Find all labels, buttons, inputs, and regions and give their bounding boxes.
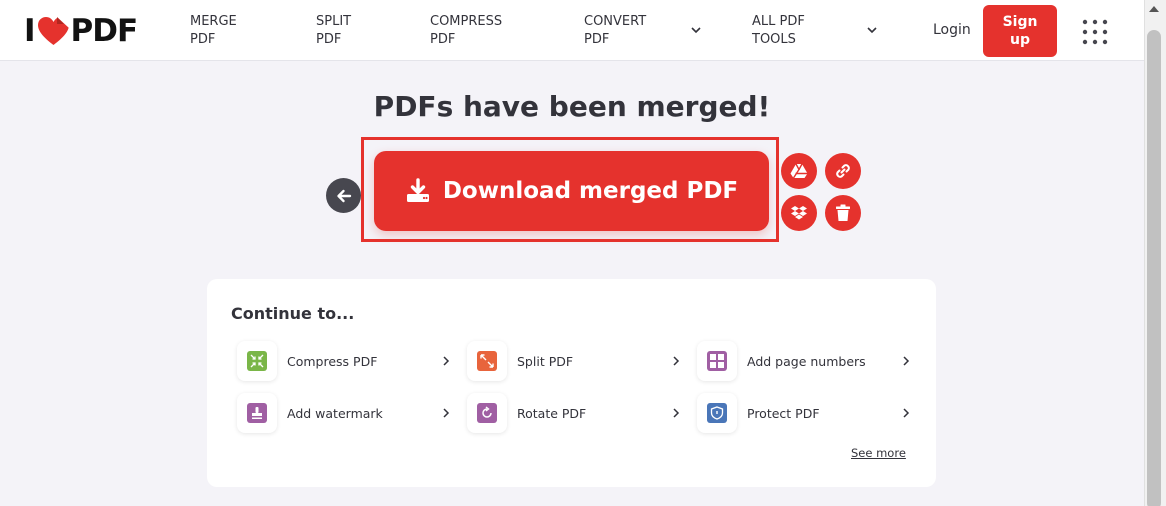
dropbox-icon bbox=[791, 205, 807, 219]
chevron-right-icon bbox=[903, 356, 910, 366]
download-label: Download merged PDF bbox=[442, 178, 739, 204]
save-to-dropbox-button[interactable] bbox=[781, 195, 817, 231]
rotate-icon bbox=[477, 403, 497, 423]
tool-label: Add watermark bbox=[287, 405, 383, 421]
trash-icon bbox=[836, 204, 850, 221]
link-icon bbox=[836, 164, 850, 178]
nav-all-pdf-tools[interactable]: ALL PDF TOOLS bbox=[752, 13, 832, 49]
scroll-up-arrow-icon[interactable] bbox=[1149, 6, 1159, 12]
nav-split-pdf[interactable]: SPLIT PDF bbox=[316, 13, 396, 49]
grid-icon[interactable] bbox=[1082, 19, 1108, 45]
tool-label: Split PDF bbox=[517, 353, 574, 369]
continue-title: Continue to... bbox=[231, 304, 355, 323]
top-header: I PDF MERGE PDF SPLIT PDF COMPRESS PDF C… bbox=[0, 0, 1144, 61]
google-drive-icon bbox=[790, 163, 808, 179]
tool-tile bbox=[697, 393, 737, 433]
see-more-link[interactable]: See more bbox=[851, 446, 906, 460]
chevron-right-icon bbox=[903, 408, 910, 418]
split-icon bbox=[477, 351, 497, 371]
tool-tile bbox=[467, 341, 507, 381]
tool-tile bbox=[467, 393, 507, 433]
page-title: PDFs have been merged! bbox=[373, 90, 771, 123]
signup-button[interactable]: Sign up bbox=[983, 5, 1057, 57]
tool-label: Compress PDF bbox=[287, 353, 378, 369]
continue-to-card: Continue to... Compress PDF Split PDF Ad… bbox=[207, 279, 936, 487]
nav-merge-pdf[interactable]: MERGE PDF bbox=[190, 13, 270, 49]
chevron-down-icon[interactable] bbox=[866, 24, 878, 36]
tool-split-pdf[interactable]: Split PDF bbox=[467, 341, 681, 381]
chevron-right-icon bbox=[443, 408, 450, 418]
tool-label: Add page numbers bbox=[747, 353, 866, 369]
login-link[interactable]: Login bbox=[933, 22, 971, 38]
watermark-icon bbox=[247, 403, 267, 423]
chevron-right-icon bbox=[443, 356, 450, 366]
ilovepdf-logo[interactable]: I PDF bbox=[24, 13, 139, 49]
tool-protect-pdf[interactable]: Protect PDF bbox=[697, 393, 911, 433]
tool-add-watermark[interactable]: Add watermark bbox=[237, 393, 451, 433]
tool-tile bbox=[237, 341, 277, 381]
compress-icon bbox=[247, 351, 267, 371]
tool-label: Protect PDF bbox=[747, 405, 820, 421]
scrollbar-thumb[interactable] bbox=[1147, 30, 1161, 506]
delete-button[interactable] bbox=[825, 195, 861, 231]
nav-convert-pdf[interactable]: CONVERT PDF bbox=[584, 13, 664, 49]
chevron-down-icon[interactable] bbox=[690, 24, 702, 36]
download-merged-pdf-button[interactable]: Download merged PDF bbox=[374, 151, 769, 231]
nav-compress-pdf[interactable]: COMPRESS PDF bbox=[430, 13, 510, 49]
tool-compress-pdf[interactable]: Compress PDF bbox=[237, 341, 451, 381]
protect-icon bbox=[707, 403, 727, 423]
download-icon bbox=[406, 178, 429, 202]
tool-add-page-numbers[interactable]: Add page numbers bbox=[697, 341, 911, 381]
chevron-right-icon bbox=[673, 408, 680, 418]
tool-tile bbox=[237, 393, 277, 433]
tool-rotate-pdf[interactable]: Rotate PDF bbox=[467, 393, 681, 433]
save-to-google-drive-button[interactable] bbox=[781, 153, 817, 189]
logo-text-left: I bbox=[24, 13, 36, 49]
heart-logo-icon bbox=[37, 17, 69, 45]
copy-link-button[interactable] bbox=[825, 153, 861, 189]
arrow-left-icon bbox=[336, 189, 351, 202]
tool-label: Rotate PDF bbox=[517, 405, 587, 421]
tool-tile bbox=[697, 341, 737, 381]
back-button[interactable] bbox=[326, 178, 361, 213]
page-numbers-icon bbox=[707, 351, 727, 371]
chevron-right-icon bbox=[673, 356, 680, 366]
logo-text-right: PDF bbox=[70, 13, 139, 49]
